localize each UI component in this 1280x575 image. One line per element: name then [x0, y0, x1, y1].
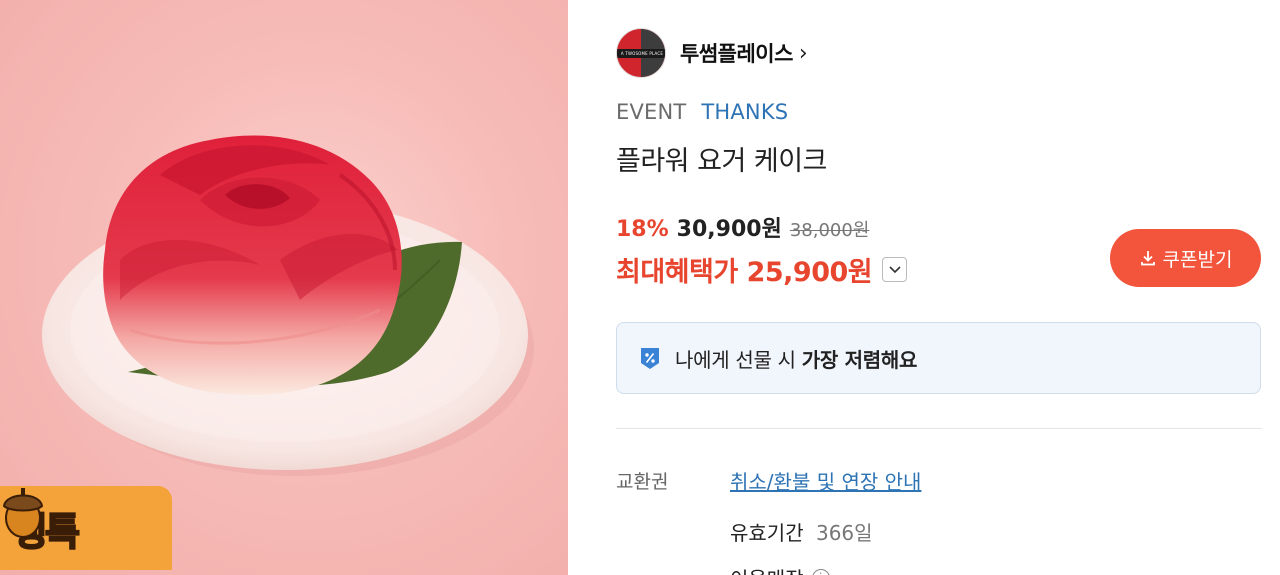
tag-thanks: THANKS: [701, 100, 789, 124]
download-icon: [1139, 249, 1157, 267]
validity-label: 유효기간: [730, 521, 804, 545]
original-price: 38,000원: [789, 220, 870, 241]
info-icon[interactable]: i: [811, 568, 830, 575]
brand-logo: A TWOSOME PLACE: [616, 28, 666, 78]
validity-row: 유효기간 366일: [730, 517, 873, 546]
coupon-label: 쿠폰받기: [1162, 248, 1233, 271]
divider: [616, 428, 1262, 429]
price-row: 18% 30,900원 38,000원: [616, 211, 869, 243]
max-benefit-row: 최대혜택가 25,900원: [616, 250, 908, 289]
validity-value: 366일: [815, 521, 873, 545]
product-image: 쟁특: [0, 0, 568, 575]
discount-tag-icon: [639, 346, 661, 370]
brand-name: 투썸플레이스: [680, 42, 793, 66]
gift-banner-text: 나에게 선물 시 가장 저렴해요: [675, 347, 918, 372]
brand-link[interactable]: A TWOSOME PLACE 투썸플레이스 ›: [616, 28, 808, 78]
product-tags: EVENT THANKS: [616, 100, 788, 124]
gift-banner[interactable]: 나에게 선물 시 가장 저렴해요: [616, 322, 1261, 394]
max-benefit-price: 최대혜택가 25,900원: [616, 257, 873, 288]
voucher-label: 교환권: [616, 471, 669, 493]
sale-price: 30,900원: [676, 217, 782, 242]
product-title: 플라워 요거 케이크: [616, 146, 827, 177]
coupon-download-button[interactable]: 쿠폰받기: [1110, 229, 1261, 287]
tag-event: EVENT: [616, 100, 687, 124]
refund-policy-link[interactable]: 취소/환불 및 연장 안내: [730, 466, 921, 495]
usage-row: 이용매장 i: [730, 563, 830, 575]
chevron-right-icon: ›: [798, 40, 808, 66]
product-details: A TWOSOME PLACE 투썸플레이스 › EVENT THANKS 플라…: [616, 0, 1262, 575]
event-badge: 쟁특: [0, 486, 172, 570]
usage-label: 이용매장: [730, 563, 804, 575]
discount-rate: 18%: [616, 217, 669, 242]
chevron-down-icon[interactable]: [882, 257, 908, 282]
